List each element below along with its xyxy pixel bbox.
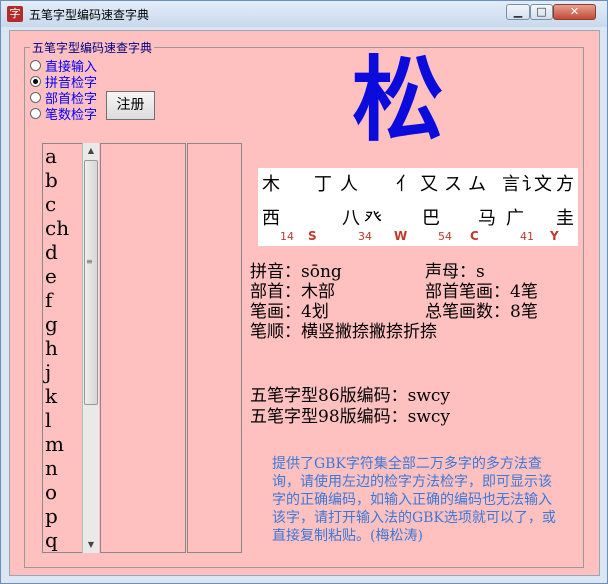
key-code-letter: C <box>470 229 479 243</box>
root-glyph: 八 <box>342 208 360 229</box>
key-code-number: 14 <box>280 230 294 243</box>
root-glyph: 人 <box>340 174 358 195</box>
radio-indicator <box>30 60 41 71</box>
group-label: 五笔字型编码速查字典 <box>30 39 155 56</box>
maximize-button[interactable]: □ <box>530 4 553 20</box>
pinyin-syllable-list[interactable] <box>100 143 186 553</box>
window-title: 五笔字型编码速查字典 <box>29 8 150 22</box>
root-glyph: 癶 <box>364 208 382 229</box>
grip-icon: ≡ <box>86 257 93 266</box>
client-area: 五笔字型编码速查字典 直接输入 拼音检字 部首检字 笔数检字 注册 松 a b … <box>9 30 600 576</box>
minimize-button[interactable]: ▁ <box>506 4 530 20</box>
key-code-letter: Y <box>550 229 559 243</box>
root-glyph: 西 <box>262 208 280 229</box>
help-note: 提供了GBK字符集全部二万多字的多方法查询，请使用左边的检字方法检字，即可显示该… <box>272 456 556 544</box>
root-glyph: ス <box>444 174 462 195</box>
root-glyph: 巴 <box>422 208 440 229</box>
root-glyph: 言 <box>502 174 520 195</box>
key-code-number: 54 <box>438 230 452 243</box>
radio-indicator-selected <box>30 76 41 87</box>
radio-indicator <box>30 92 41 103</box>
root-glyph: 马 <box>478 208 496 229</box>
app-icon: 字 <box>7 6 23 22</box>
stroke-order-info: 笔顺：横竖撇捺撇捺折捺 <box>250 322 437 342</box>
root-glyph: 又 <box>420 174 438 195</box>
mode-label: 笔数检字 <box>45 108 98 123</box>
wubi98-code: 五笔字型98版编码：swcy <box>250 407 451 427</box>
total-strokes-info: 总笔画数：8笔 <box>425 302 538 322</box>
root-glyph: 方 <box>556 174 574 195</box>
key-code-letter: W <box>394 229 408 243</box>
root-glyph: ム <box>468 174 486 195</box>
radio-indicator <box>30 108 41 119</box>
root-glyph: 广 <box>506 208 524 229</box>
wubi-root-chart: 木 丁 人 亻 又 ス ム 言 讠 文 方 西 八 癶 巴 马 广 圭 14 S… <box>258 168 578 246</box>
scroll-up-icon[interactable]: ▲ <box>83 143 99 159</box>
scroll-thumb[interactable] <box>84 160 98 405</box>
title-bar[interactable]: 字 五笔字型编码速查字典 ▁ □ ✕ <box>1 1 607 27</box>
lookup-character: 松 <box>352 47 445 154</box>
key-code-number: 34 <box>358 230 372 243</box>
register-button[interactable]: 注册 <box>106 91 155 120</box>
key-code-letter: S <box>308 229 317 243</box>
letter-list-scrollbar[interactable]: ▲ ≡ ▼ <box>82 143 99 553</box>
root-glyph: 亻 <box>396 174 414 195</box>
key-code-number: 41 <box>520 230 534 243</box>
root-glyph: 丁 <box>314 174 332 195</box>
mode-radio-strokes[interactable]: 笔数检字 <box>30 104 97 123</box>
scroll-down-icon[interactable]: ▼ <box>83 537 99 553</box>
character-list[interactable] <box>187 143 242 553</box>
app-window: 字 五笔字型编码速查字典 ▁ □ ✕ 五笔字型编码速查字典 直接输入 拼音检字 … <box>0 0 608 584</box>
close-button[interactable]: ✕ <box>553 4 596 20</box>
root-glyph: 木 <box>262 174 280 195</box>
root-glyph: 文 <box>534 174 552 195</box>
root-glyph: 圭 <box>556 208 574 229</box>
